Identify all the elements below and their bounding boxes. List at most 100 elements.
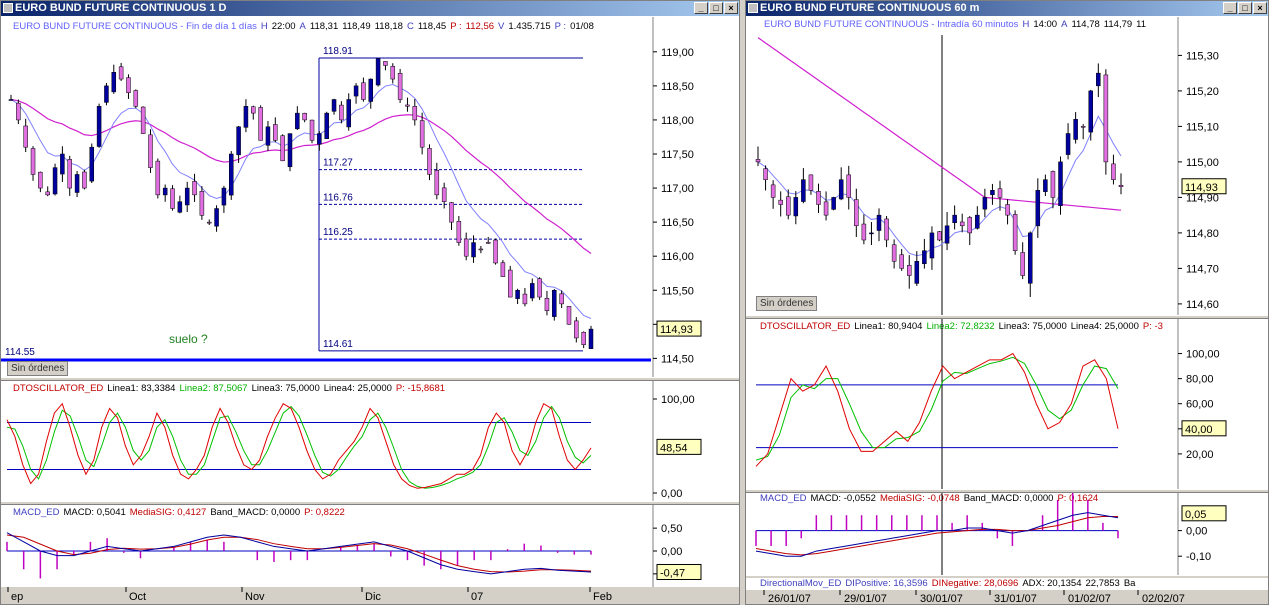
close-button[interactable]: × [1253, 2, 1267, 14]
candle [214, 208, 219, 227]
candle [353, 85, 359, 97]
left-chart-window[interactable]: EURO BUND FUTURE CONTINUOUS 1 D _ □ × EU… [0, 0, 740, 605]
price-tick-label: 114,50 [661, 353, 694, 365]
candle [23, 125, 28, 148]
osc-tick-label: 0,00 [661, 488, 682, 500]
candle [997, 188, 1003, 198]
candle [96, 106, 102, 147]
candle [500, 262, 506, 277]
left-window-title: EURO BUND FUTURE CONTINUOUS 1 D [15, 2, 227, 14]
candle [537, 278, 542, 298]
candle [368, 78, 373, 102]
left-price-pane[interactable]: EURO BUND FUTURE CONTINUOUS - Fin de día… [1, 17, 739, 377]
candle [1035, 190, 1041, 227]
candle [763, 168, 768, 180]
candle [287, 133, 293, 168]
candle [831, 197, 836, 210]
candle [346, 99, 351, 128]
time-label: 07 [471, 591, 483, 603]
osc-line-2 [6, 405, 592, 489]
candle [463, 238, 469, 257]
left-no-orders-badge[interactable]: Sin órdenes [7, 361, 69, 376]
macd-tick-label: -0,10 [1186, 551, 1211, 563]
candle [383, 61, 388, 66]
candle [1028, 232, 1033, 284]
candle [148, 134, 153, 168]
support-label: 114.55 [5, 347, 35, 358]
left-title-bar[interactable]: EURO BUND FUTURE CONTINUOUS 1 D _ □ × [1, 1, 739, 16]
maximize-button[interactable]: □ [709, 2, 723, 14]
right-price-pane[interactable]: EURO BUND FUTURE CONTINUOUS - Intradía 6… [746, 17, 1268, 315]
right-dmi-pane[interactable]: DirectionalMov_ED DIPositive: 16,3596 DINe… [746, 578, 1268, 589]
candle [869, 232, 874, 235]
right-macd-pane[interactable]: MACD_ED MACD: -0,0552 MediaSIG: -0,0748 Ban… [746, 493, 1268, 575]
left-macd-pane[interactable]: MACD_ED MACD: 0,5041 MediaSIG: 0,4127 Band_… [1, 505, 739, 587]
candle [412, 106, 418, 121]
candle [427, 148, 432, 175]
right-no-orders-badge[interactable]: Sin órdenes [756, 296, 818, 311]
time-label: Dic [365, 591, 381, 603]
candle [967, 217, 972, 234]
osc-tick-label: 100,00 [1186, 349, 1220, 361]
price-tick-label: 118,50 [661, 81, 694, 93]
price-tick-label: 114,60 [1186, 299, 1219, 311]
window-app-icon [748, 3, 758, 13]
macd-signal-line [6, 534, 592, 573]
candle [52, 167, 58, 195]
price-tick-label: 114,80 [1186, 228, 1219, 240]
candle [74, 174, 80, 193]
minimize-button[interactable]: _ [694, 2, 708, 14]
candle [295, 112, 300, 130]
candle [990, 190, 995, 196]
candle [778, 199, 783, 205]
candle [937, 231, 942, 241]
candle [45, 191, 50, 196]
candle [559, 293, 564, 305]
candle [823, 201, 829, 216]
candle [876, 214, 882, 231]
candle [229, 153, 234, 196]
right-oscillator-pane[interactable]: DTOSCILLATOR_ED Linea1: 80,9404 Linea2: 72… [746, 319, 1268, 489]
candle [975, 214, 980, 229]
candle [111, 72, 117, 93]
candle [133, 90, 139, 107]
right-macd-chart[interactable]: 0,00 -0,10 0,05 [746, 493, 1268, 575]
price-tick-label: 114,70 [1186, 263, 1219, 275]
candle [258, 107, 263, 141]
candle [1050, 171, 1056, 198]
right-chart-window[interactable]: EURO BUND FUTURE CONTINUOUS 60 m _ □ × E… [745, 0, 1269, 605]
candle [449, 202, 454, 223]
candle [317, 133, 322, 145]
candle [89, 146, 95, 182]
left-price-chart[interactable]: 119,00 118,50 118,00 117,50 117,00 116,50 116,… [1, 17, 739, 377]
left-oscillator-chart[interactable]: 100,00 0,00 48,54 [1, 381, 739, 501]
price-tick-label: 115,50 [661, 285, 694, 297]
minimize-button[interactable]: _ [1223, 2, 1237, 14]
candle [192, 181, 197, 196]
maximize-button[interactable]: □ [1238, 2, 1252, 14]
left-oscillator-pane[interactable]: DTOSCILLATOR_ED Linea1: 83,3384 Linea2: 87… [1, 381, 739, 501]
right-title-bar[interactable]: EURO BUND FUTURE CONTINUOUS 60 m _ □ × [746, 1, 1268, 16]
candle [118, 66, 124, 80]
candle [552, 290, 557, 317]
time-label: Nov [245, 591, 265, 603]
candle [485, 242, 491, 244]
candle [891, 244, 897, 262]
fib-level-label: 114.61 [323, 339, 353, 350]
close-button[interactable]: × [724, 2, 738, 14]
price-tick-label: 115,20 [1186, 86, 1219, 98]
left-macd-chart[interactable]: 0,500,00-0,50-0,47 [1, 505, 739, 587]
candle [929, 232, 935, 259]
candle [493, 239, 498, 264]
time-label: 01/02/07 [1068, 593, 1111, 605]
price-tick-label: 118,00 [661, 115, 694, 127]
candle [1005, 204, 1010, 216]
candle [952, 214, 957, 224]
right-oscillator-chart[interactable]: 100,0080,0060,0040,0020,0040,00 [746, 319, 1268, 489]
right-price-chart[interactable]: 115,30115,20115,10115,00114,90114,80114,… [746, 17, 1268, 315]
candle [16, 102, 21, 121]
price-tick-label: 116,00 [661, 251, 694, 263]
candle [38, 171, 43, 189]
time-label: 02/02/07 [1142, 593, 1185, 605]
candle [162, 187, 168, 196]
